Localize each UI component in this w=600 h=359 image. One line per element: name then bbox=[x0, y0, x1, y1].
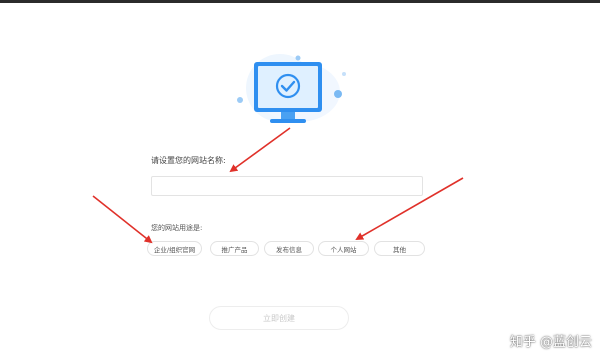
purpose-option-promote-product[interactable]: 推广产品 bbox=[210, 241, 259, 256]
purpose-option-other[interactable]: 其他 bbox=[374, 241, 425, 256]
site-name-input[interactable] bbox=[151, 176, 423, 196]
site-purpose-label: 您的网站用途是: bbox=[151, 224, 203, 232]
site-name-label: 请设置您的网站名称: bbox=[151, 156, 226, 165]
arrow-to-enterprise-option bbox=[92, 195, 153, 244]
watermark: 知乎 @蓝创云 bbox=[509, 335, 592, 350]
website-monitor-illustration bbox=[237, 54, 346, 123]
top-bar bbox=[0, 0, 600, 3]
purpose-option-publish-info[interactable]: 发布信息 bbox=[264, 241, 314, 256]
create-now-button[interactable]: 立即创建 bbox=[209, 306, 349, 330]
purpose-option-personal-site[interactable]: 个人网站 bbox=[318, 241, 369, 256]
purpose-option-enterprise[interactable]: 企业/组织官网 bbox=[147, 241, 202, 256]
